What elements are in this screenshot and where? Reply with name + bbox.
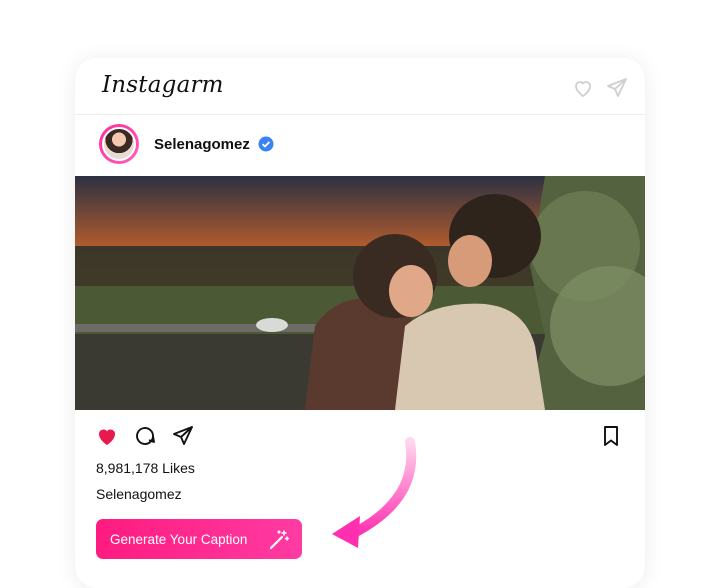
comment-icon[interactable] bbox=[133, 424, 157, 448]
verified-badge-icon bbox=[258, 136, 274, 152]
post-photo bbox=[75, 176, 645, 410]
pointer-arrow-icon bbox=[332, 437, 417, 548]
post-actions bbox=[95, 424, 195, 448]
magic-wand-icon bbox=[268, 529, 290, 551]
post-author[interactable]: Selenagomez bbox=[99, 122, 274, 166]
bookmark-icon[interactable] bbox=[599, 424, 623, 448]
app-header: Instagarm bbox=[75, 58, 645, 115]
send-icon[interactable] bbox=[171, 424, 195, 448]
avatar bbox=[102, 127, 136, 161]
generate-caption-button[interactable]: Generate Your Caption bbox=[96, 519, 302, 559]
header-actions bbox=[571, 76, 629, 100]
avatar-ring[interactable] bbox=[99, 124, 139, 164]
caption-username[interactable]: Selenagomez bbox=[96, 486, 182, 502]
send-icon[interactable] bbox=[605, 76, 629, 100]
app-logo: Instagarm bbox=[102, 72, 224, 98]
likes-count[interactable]: 8,981,178 Likes bbox=[96, 460, 195, 476]
heart-filled-icon[interactable] bbox=[95, 424, 119, 448]
author-username[interactable]: Selenagomez bbox=[154, 136, 250, 153]
generate-caption-label: Generate Your Caption bbox=[110, 531, 248, 547]
heart-outline-icon[interactable] bbox=[571, 76, 595, 100]
